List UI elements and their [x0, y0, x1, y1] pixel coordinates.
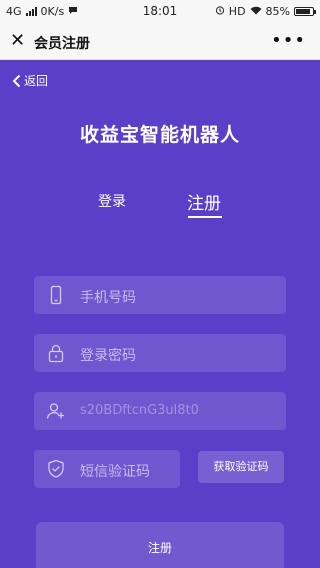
back-button[interactable]: 返回 [12, 72, 48, 89]
hd-label: HD [228, 5, 246, 18]
sms-code-placeholder: 短信验证码 [80, 464, 150, 480]
alarm-icon [215, 5, 225, 18]
status-right: HD 85% [215, 5, 316, 18]
user-add-icon [46, 401, 66, 421]
title-bar: ✕ 会员注册 ••• [0, 24, 320, 60]
page-title: 会员注册 [34, 36, 90, 52]
battery-icon [294, 7, 316, 16]
phone-placeholder: 手机号码 [80, 290, 136, 306]
invite-code-value: s20BDftcnG3ul8t0 [80, 403, 199, 418]
phone-field[interactable]: 手机号码 [34, 276, 286, 314]
wifi-icon [250, 5, 262, 18]
shield-icon [46, 459, 66, 479]
register-button[interactable]: 注册 [36, 522, 284, 568]
close-icon[interactable]: ✕ [10, 31, 25, 51]
tab-register[interactable]: 注册 [187, 189, 221, 214]
brand-title: 收益宝智能机器人 [79, 124, 240, 146]
sms-code-field[interactable]: 短信验证码 [34, 450, 180, 488]
status-bar: 4G 0K/s 18:01 HD 85% [0, 0, 320, 24]
lock-icon [46, 343, 66, 363]
invite-code-field[interactable]: s20BDftcnG3ul8t0 [34, 392, 286, 430]
password-field[interactable]: 登录密码 [34, 334, 286, 372]
more-icon[interactable]: ••• [271, 30, 306, 51]
back-label: 返回 [24, 74, 49, 88]
get-code-button[interactable]: 获取验证码 [198, 451, 284, 483]
password-placeholder: 登录密码 [80, 348, 136, 364]
phone-icon [46, 285, 66, 305]
chevron-left-icon [12, 74, 21, 88]
active-tab-indicator [188, 216, 222, 218]
tab-login[interactable]: 登录 [98, 191, 126, 211]
battery-percent: 85% [265, 5, 290, 18]
